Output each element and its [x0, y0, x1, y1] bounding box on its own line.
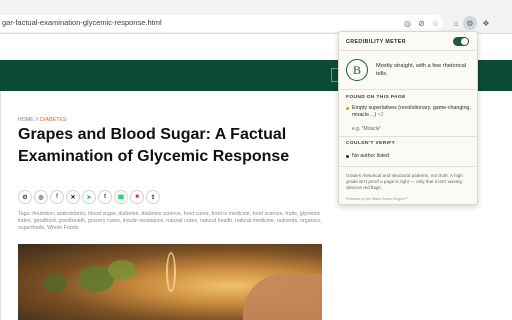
- browser-toolbar: gar-factual-examination-glycemic-respons…: [0, 0, 512, 34]
- found-item: Empty superlatives (revolutionary, game-…: [346, 105, 474, 119]
- breadcrumb: HOME // DIABETES: [18, 117, 67, 123]
- powered-by: Powered by the Warm Amber Engine™: [346, 197, 409, 201]
- translate-icon[interactable]: ◎: [402, 18, 413, 29]
- found-section-title: FOUND ON THIS PAGE: [346, 95, 406, 100]
- hero-steam: [166, 252, 176, 292]
- hero-hand: [243, 274, 322, 320]
- share-buttons: ⚙ ◎ f ✕ ➤ t ☎ ■ ⇪: [18, 190, 160, 204]
- verify-item-text: No author listed: [352, 153, 390, 159]
- credibility-popup: CREDIBILITY METER B Mostly straight, wit…: [338, 31, 478, 205]
- found-item-count: ×2: [377, 112, 384, 119]
- bullet-dot-icon: [346, 155, 349, 158]
- hero-plant: [43, 274, 67, 292]
- reddit-icon[interactable]: ◎: [34, 190, 48, 204]
- extension-active-icon[interactable]: ⚙: [463, 16, 477, 30]
- article-tags: Tags: #nutrition, antioxidants, blood su…: [18, 211, 322, 232]
- hero-image: [18, 244, 322, 320]
- address-bar[interactable]: gar-factual-examination-glycemic-respons…: [0, 15, 443, 32]
- divider: [339, 166, 477, 167]
- toggle-knob: [461, 38, 468, 45]
- tumblr-icon[interactable]: t: [98, 190, 112, 204]
- found-example: e.g. “Miracle”: [352, 126, 382, 132]
- verify-item: No author listed: [346, 153, 474, 160]
- puzzle-icon[interactable]: ❖: [480, 17, 492, 29]
- page-border: [0, 91, 1, 320]
- grade-badge: B: [346, 59, 368, 81]
- telegram-icon[interactable]: ➤: [82, 190, 96, 204]
- footer-note: Grades rhetorical and structural pattern…: [346, 173, 463, 191]
- copy-link-icon[interactable]: ⚙: [18, 190, 32, 204]
- home-icon[interactable]: ⌂: [450, 17, 462, 29]
- enable-toggle[interactable]: [453, 37, 469, 46]
- star-icon[interactable]: ☆: [430, 18, 441, 29]
- eye-off-icon[interactable]: ⊘: [416, 18, 427, 29]
- whatsapp-icon[interactable]: ☎: [114, 190, 128, 204]
- warning-dot-icon: [346, 107, 349, 110]
- flipboard-icon[interactable]: ■: [130, 190, 144, 204]
- grade-description: Mostly straight, with a few rhetorical t…: [376, 63, 467, 77]
- breadcrumb-category[interactable]: DIABETES: [40, 117, 66, 123]
- divider: [339, 50, 477, 51]
- popup-title: CREDIBILITY METER: [346, 39, 406, 45]
- divider: [339, 136, 477, 137]
- facebook-icon[interactable]: f: [50, 190, 64, 204]
- share-icon[interactable]: ⇪: [146, 190, 160, 204]
- breadcrumb-home[interactable]: HOME: [18, 117, 34, 123]
- x-icon[interactable]: ✕: [66, 190, 80, 204]
- found-item-text: Empty superlatives (revolutionary, game-…: [352, 105, 471, 119]
- url-text[interactable]: gar-factual-examination-glycemic-respons…: [2, 18, 162, 27]
- verify-section-title: COULDN'T VERIFY: [346, 141, 396, 146]
- hero-plant: [108, 260, 136, 280]
- article-title: Grapes and Blood Sugar: A Factual Examin…: [18, 126, 290, 165]
- divider: [339, 89, 477, 90]
